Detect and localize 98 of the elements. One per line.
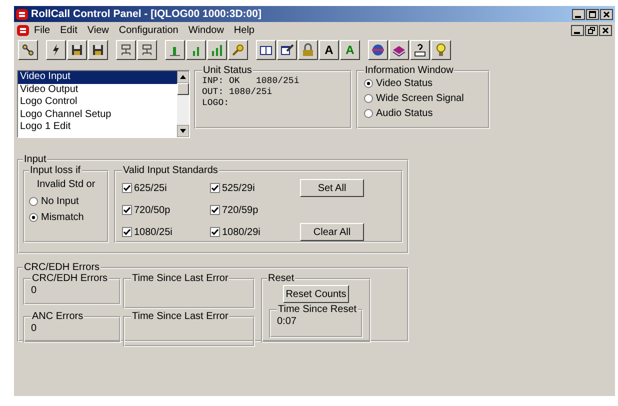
radio-button-icon[interactable]	[29, 212, 38, 222]
status-line: INP: OK 1080/25i	[202, 76, 300, 87]
toolbar-button[interactable]	[410, 40, 430, 60]
list-item[interactable]: Logo Channel Setup	[18, 108, 177, 121]
checkbox-icon[interactable]	[122, 183, 132, 193]
standard-checkbox[interactable]: 720/50p	[122, 204, 210, 216]
elapsed-time: 0:07	[277, 315, 298, 329]
minimize-icon[interactable]	[572, 8, 585, 20]
caption-text: Invalid Std or	[36, 179, 96, 190]
scrollbar[interactable]	[177, 71, 189, 137]
group-title: CRC/EDH Errors	[31, 273, 109, 284]
connector-icon	[21, 43, 35, 57]
group-title: Time Since Last Error	[131, 273, 230, 284]
toolbar-button[interactable]	[186, 40, 206, 60]
app-icon	[16, 8, 28, 20]
key-icon	[231, 43, 245, 57]
toolbar-button[interactable]	[431, 40, 451, 60]
reset-counts-button[interactable]: Reset Counts	[283, 285, 349, 303]
toolbar-button[interactable]	[368, 40, 388, 60]
radio-button-icon[interactable]	[29, 196, 38, 206]
toolbar-button[interactable]	[116, 40, 136, 60]
toolbar-button[interactable]	[18, 40, 38, 60]
layers-icon	[392, 43, 406, 57]
standard-checkbox[interactable]: 1080/29i	[210, 226, 300, 238]
close-icon[interactable]	[599, 24, 612, 36]
menu-item[interactable]: Window	[183, 24, 229, 36]
standard-checkbox[interactable]: 720/59p	[210, 204, 300, 216]
scroll-down-arrow-icon[interactable]	[177, 125, 189, 137]
counter-value: 0	[31, 322, 38, 336]
checkbox-icon[interactable]	[122, 205, 132, 215]
signal-bars-icon	[210, 43, 224, 57]
standard-checkbox[interactable]: 525/29i	[210, 182, 300, 194]
edit-icon	[280, 43, 294, 57]
close-icon[interactable]	[600, 8, 613, 20]
toolbar-button[interactable]	[67, 40, 87, 60]
status-line: OUT: 1080/25i	[202, 87, 274, 98]
group-title: Input	[23, 154, 48, 165]
scroll-thumb[interactable]	[177, 83, 189, 95]
light-bulb-icon	[434, 43, 448, 57]
font-button[interactable]: A	[319, 40, 339, 60]
toolbar-button[interactable]	[88, 40, 108, 60]
radio-button-icon[interactable]	[364, 94, 373, 103]
menu-item[interactable]: File	[29, 24, 56, 36]
help-icon	[413, 43, 427, 57]
padlock-icon	[301, 43, 315, 57]
list-item[interactable]: Video Input	[18, 71, 177, 84]
group-title: ANC Errors	[31, 311, 84, 322]
list-item[interactable]: Logo 1 Edit	[18, 121, 177, 134]
radio-option[interactable]: Video Status	[364, 76, 482, 91]
group-title: CRC/EDH Errors	[23, 262, 101, 273]
radio-button-icon[interactable]	[364, 79, 373, 88]
book-icon	[259, 43, 273, 57]
checkbox-icon[interactable]	[210, 227, 220, 237]
window-title: RollCall Control Panel - [IQLOG00 1000:3D:00]	[31, 8, 262, 20]
network-icon	[140, 43, 154, 57]
toolbar-button[interactable]	[298, 40, 318, 60]
group-title: Information Window	[364, 65, 454, 76]
scroll-up-arrow-icon[interactable]	[177, 71, 189, 83]
checkbox-icon[interactable]	[210, 183, 220, 193]
radio-button-icon[interactable]	[364, 109, 373, 118]
radio-option[interactable]: Wide Screen Signal	[364, 91, 482, 106]
group-title: Reset	[267, 273, 296, 284]
radio-option[interactable]: Audio Status	[364, 106, 482, 121]
maximize-icon[interactable]	[586, 8, 599, 20]
standard-checkbox[interactable]: 625/25i	[122, 182, 210, 194]
toolbar-button[interactable]	[137, 40, 157, 60]
status-line: LOGO:	[202, 98, 230, 109]
radio-option[interactable]: Mismatch	[29, 209, 103, 225]
toolbar-button[interactable]	[165, 40, 185, 60]
list-item[interactable]: Video Output	[18, 84, 177, 96]
group-title: Time Since Reset	[277, 304, 358, 315]
restore-icon[interactable]	[585, 24, 598, 36]
toolbar-button[interactable]	[277, 40, 297, 60]
toolbar-button[interactable]	[228, 40, 248, 60]
toolbar-button[interactable]	[207, 40, 227, 60]
group-title: Time Since Last Error	[131, 311, 230, 322]
toolbar-button[interactable]	[389, 40, 409, 60]
menu-item[interactable]: Edit	[55, 24, 82, 36]
checkbox-icon[interactable]	[122, 227, 132, 237]
group-title: Unit Status	[202, 65, 253, 76]
group-title: Input loss if	[29, 165, 82, 176]
counter-value: 0	[31, 284, 38, 298]
radio-option[interactable]: No Input	[29, 193, 103, 209]
action-button[interactable]: Clear All	[300, 223, 364, 241]
menu-item[interactable]: Help	[228, 24, 260, 36]
network-icon	[119, 43, 133, 57]
standard-checkbox[interactable]: 1080/25i	[122, 226, 210, 238]
app-icon[interactable]	[17, 24, 29, 36]
globe-icon	[371, 43, 385, 57]
checkbox-icon[interactable]	[210, 205, 220, 215]
action-button[interactable]: Set All	[300, 179, 364, 197]
minimize-icon[interactable]	[571, 24, 584, 36]
list-item[interactable]: Logo Control	[18, 96, 177, 108]
menu-item[interactable]: Configuration	[114, 24, 184, 36]
menu-item[interactable]: View	[82, 24, 114, 36]
toolbar-button[interactable]	[256, 40, 276, 60]
group-title: Valid Input Standards	[122, 165, 219, 176]
toolbar-button[interactable]	[46, 40, 66, 60]
